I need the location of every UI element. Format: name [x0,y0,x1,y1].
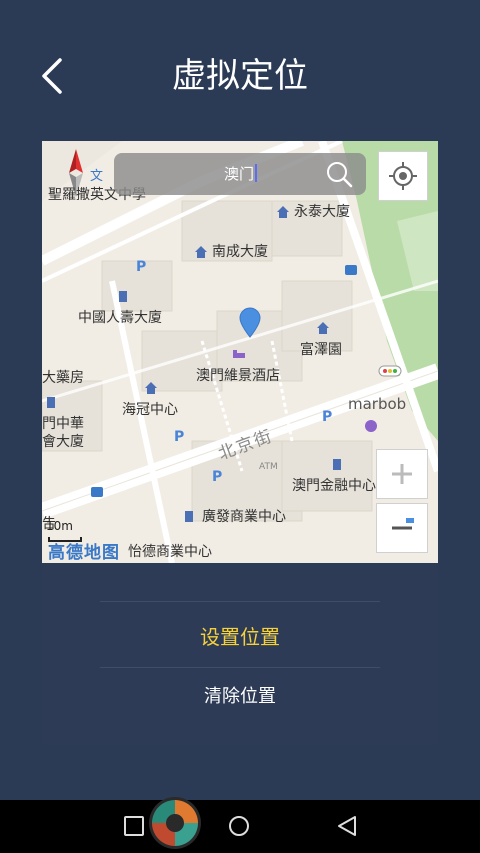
clear-location-button[interactable]: 清除位置 [42,679,438,715]
map-label: 澳門金融中心 [292,478,376,494]
set-location-button[interactable]: 设置位置 [42,617,438,657]
header: 虚拟定位 [0,0,480,140]
system-nav-bar [0,800,480,853]
parking-icon: P [174,429,185,445]
map-label: 門中華 [42,416,84,432]
map-label: 文 [90,169,104,184]
map-label: 怡德商業中心 [128,544,212,560]
floating-app-icon[interactable] [148,796,202,850]
building-icon [317,322,329,334]
map-logo: 高德地图 [48,543,120,563]
building-icon [277,206,289,218]
building-icon [195,246,207,258]
parking-icon: P [136,259,147,275]
traffic-light-icon [378,365,402,377]
circle-icon[interactable] [228,815,250,837]
plus-icon [392,464,412,484]
minus-icon [392,518,414,530]
search-icon[interactable] [324,159,354,189]
zoom-out-button[interactable] [376,503,428,553]
parking-icon: P [322,409,333,425]
office-icon [333,459,341,470]
map-view[interactable]: 文 聖羅撒英文中學 永泰大廈 南成大廈 中國人壽大廈 富澤園 大藥房 澳門維景酒… [42,141,438,563]
map-label: 廣發商業中心 [202,509,286,525]
map-label: 會大廈 [42,434,84,450]
map-label: 富澤園 [300,342,342,358]
parking-icon: P [212,469,223,485]
locate-button[interactable] [378,151,428,201]
map-label: 海冠中心 [122,402,178,418]
location-pin-icon[interactable] [238,307,262,339]
page-title: 虚拟定位 [172,56,308,96]
scale-label: 10m [46,519,73,533]
zoom-in-button[interactable] [376,449,428,499]
map-label: 大藥房 [42,370,84,386]
restaurant-icon [365,420,377,432]
office-icon [47,397,55,408]
square-icon[interactable] [124,816,144,836]
map-search-bar[interactable]: 澳门 [114,153,366,195]
map-label: 澳門維景酒店 [196,368,280,384]
building-icon [145,382,157,394]
map-label: marbob [348,395,407,413]
triangle-back-icon[interactable] [335,814,359,838]
search-input[interactable]: 澳门 [224,163,258,185]
crosshair-icon [389,162,417,190]
bus-stop-icon [345,265,357,275]
action-panel: 设置位置 清除位置 [42,563,438,745]
divider [100,601,380,602]
divider [100,667,380,668]
bus-stop-icon [91,487,103,497]
map-label: 南成大廈 [212,244,268,260]
office-icon [185,511,193,522]
map-label: 永泰大廈 [294,204,350,220]
office-icon [119,291,127,302]
map-label: 中國人壽大廈 [78,310,162,326]
hotel-icon [233,350,245,358]
atm-label: ATM [259,462,278,472]
